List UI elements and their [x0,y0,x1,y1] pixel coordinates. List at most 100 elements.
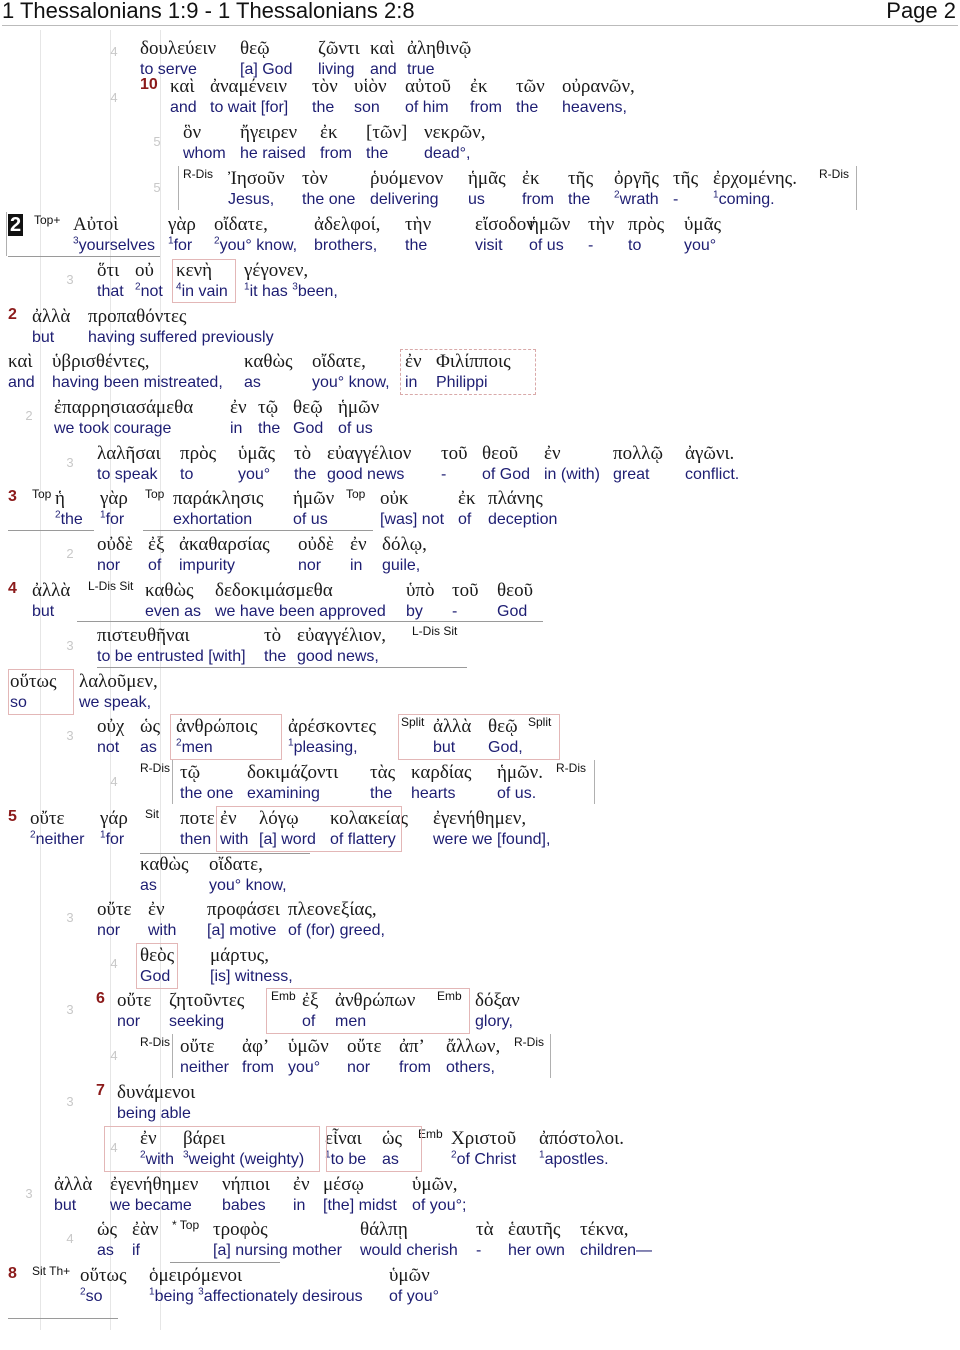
underline [97,667,467,668]
english-gloss: to [180,466,194,483]
greek-word: ἑαυτῆς [508,1219,561,1240]
english-gloss: he raised [240,145,306,162]
word-pair: ἐν in [230,397,247,439]
greek-word: γέγονεν, [244,260,309,281]
english-gloss: guile, [382,557,421,574]
english-gloss: having been mistreated, [52,374,223,391]
greek-word: καθὼς [145,580,194,601]
greek-word: οὐρανῶν, [562,76,635,97]
english-gloss: not [97,739,120,756]
word-pair: ἄλλων, others, [446,1036,500,1078]
indent-level: 3 [66,728,74,743]
discourse-tag: Top [32,487,52,501]
verse-number: 5 [8,808,17,825]
greek-word: θάλπῃ [360,1219,408,1240]
word-pair: οὕτως 2so [80,1265,127,1307]
greek-word: ὑμῶν [389,1265,430,1286]
english-gloss: - [476,1242,482,1259]
greek-word: ἐν [148,899,165,920]
english-gloss: glory, [475,1013,513,1030]
english-gloss: 1it has 3been, [244,281,338,300]
discourse-tag: L-Dis Sit [88,579,134,593]
bracket-bar [550,1034,551,1078]
word-pair: οὐχ not [97,716,124,758]
english-gloss: the one [302,191,356,208]
english-gloss: as [244,374,261,391]
indent-level: 3 [66,1002,74,1017]
word-pair: τὸ the [294,443,316,485]
english-gloss: deception [488,511,558,528]
word-pair: ὑμῶν of you° [389,1265,439,1307]
word-pair: γάρ 1for [100,808,128,850]
bracketed-group [170,714,282,760]
greek-word: ὑβρισθέντες, [52,351,150,372]
english-gloss: - [673,191,679,208]
indent-level: 5 [153,134,161,149]
greek-word: λαλῆσαι [97,443,161,464]
english-gloss: you° [288,1059,321,1076]
word-pair: ὑπὸ by [406,580,435,622]
english-gloss: the [312,99,335,116]
word-pair: τέκνα, children— [580,1219,652,1261]
greek-word: ἐν [544,443,561,464]
discourse-tag: L-Dis Sit [412,624,458,638]
greek-word: Αὐτοὶ [73,214,119,235]
english-gloss: of us. [497,785,537,802]
english-gloss: 2neither [30,829,85,848]
english-gloss: if [132,1242,140,1259]
word-pair: καθὼς even as [145,580,201,622]
greek-word: ῥυόμενον [370,168,444,189]
word-pair: αὐτοῦ of him [405,76,451,118]
greek-word: ἀγῶνι. [685,443,735,464]
greek-word: τῆς [673,168,699,189]
word-pair: ἡ 2the [55,488,83,530]
english-gloss: of us [529,237,564,254]
discourse-tag: R-Dis [140,1035,170,1049]
greek-word: ἀλλὰ [32,580,71,601]
greek-word: πλεονεξίας, [288,899,377,920]
word-pair: οἴδατε, you° know, [209,854,287,896]
word-pair: ἤγειρεν he raised [240,122,306,164]
underline [8,256,160,257]
indent-level: 4 [110,956,118,971]
word-pair: θεῷ [a] God [240,38,292,80]
english-gloss: from [320,145,352,162]
word-pair: ἐν in (with) [544,443,600,485]
bracketed-group [172,259,236,303]
greek-word: ὑμῶν [288,1036,329,1057]
english-gloss: to wait [for] [210,99,289,116]
english-gloss: delivering [370,191,439,208]
english-gloss: us [468,191,485,208]
word-pair: ὑβρισθέντες, having been mistreated, [52,351,223,393]
greek-word: ἐρχομένης. [713,168,797,189]
english-gloss: and [170,99,197,116]
english-gloss: good news, [297,648,379,665]
english-gloss: you° [238,466,271,483]
english-gloss: with [148,922,177,939]
underline [140,853,310,854]
english-gloss: 2wrath [614,189,659,208]
word-pair: γὰρ 1for [168,214,196,256]
greek-word: τοῦ [452,580,479,601]
greek-word: δεδοκιμάσμεθα [215,580,333,601]
word-pair: τῶν the [516,76,545,118]
word-pair: ἡμῶν of us [338,397,379,439]
underline [8,530,94,531]
indent-level: 4 [110,90,118,105]
greek-word: παράκλησις [173,488,264,509]
english-gloss: [is] witness, [210,968,293,985]
word-pair: εὐαγγέλιον good news [327,443,411,485]
word-pair: προπαθόντες having suffered previously [88,306,274,348]
discourse-tag: Sit Th+ [32,1264,71,1278]
indent-level: 4 [66,1231,74,1246]
word-pair: δουλεύειν to serve [140,38,216,80]
greek-word: ὡς [140,716,161,737]
word-pair: καὶ and [370,38,397,80]
english-gloss: as [97,1242,114,1259]
english-gloss: to be entrusted [with] [97,648,246,665]
greek-word: οὔτε [347,1036,382,1057]
english-gloss: we became [110,1197,192,1214]
word-pair: ἐκ from [320,122,352,164]
english-gloss: great [613,466,650,483]
english-gloss: in [230,420,243,437]
